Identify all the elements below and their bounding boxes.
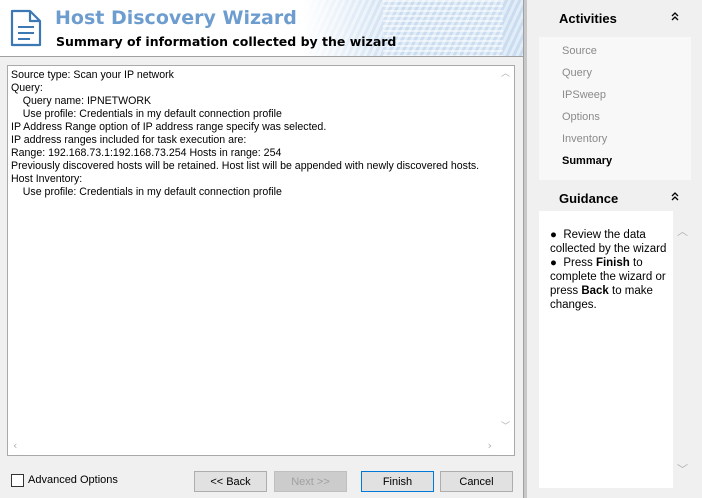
activity-summary: Summary [562,155,613,167]
summary-horizontal-scrollbar[interactable]: ‹ › [8,438,497,455]
activities-header[interactable]: Activities [539,3,691,31]
advanced-options-checkbox[interactable] [11,474,24,487]
cancel-button[interactable]: Cancel [440,471,513,492]
double-chevron-up-icon[interactable] [671,192,679,204]
back-button[interactable]: << Back [194,471,267,492]
finish-button[interactable]: Finish [361,471,434,492]
guidance-text: ● Review the data collected by the wizar… [550,228,670,312]
summary-text: Source type: Scan your IP network Query: … [11,69,495,441]
guidance-back-word: Back [581,285,609,297]
scroll-left-icon[interactable]: ‹ [13,440,17,451]
activity-options: Options [562,111,600,123]
summary-line: Previously discovered hosts will be reta… [11,160,480,172]
guidance-box: ● Review the data collected by the wizar… [539,211,691,488]
header-divider [0,56,523,57]
summary-line: Query name: IPNETWORK [11,95,152,107]
activity-inventory: Inventory [562,133,608,145]
summary-line: Source type: Scan your IP network [11,69,174,81]
activity-source: Source [562,45,597,57]
wizard-header: Host Discovery Wizard Summary of informa… [0,0,523,56]
guidance-bullet-2: ● Press Finish to complete the wizard or… [550,257,666,311]
side-panel: Activities Source Query IPSweep Options … [527,0,702,498]
summary-line: IP address ranges included for task exec… [11,134,247,146]
activities-list: Source Query IPSweep Options Inventory S… [539,37,691,180]
wizard-button-bar: Advanced Options << Back Next >> Finish … [0,464,523,498]
wizard-subtitle: Summary of information collected by the … [56,34,397,49]
double-chevron-up-icon[interactable] [671,12,679,24]
summary-line: Host Inventory: [11,173,83,185]
advanced-options-label[interactable]: Advanced Options [28,474,118,486]
guidance-finish-word: Finish [595,257,630,269]
summary-line: Range: 192.168.73.1:192.168.73.254 Hosts… [11,147,282,159]
guidance-bullet-1: ● Review the data collected by the wizar… [550,229,667,255]
activity-query: Query [562,67,592,79]
guidance-bullet-2-pre: Press [563,257,596,269]
guidance-title: Guidance [559,191,619,206]
scroll-up-icon[interactable]: ︿ [677,226,688,237]
scroll-down-icon[interactable]: ﹀ [677,464,688,475]
scroll-right-icon[interactable]: › [488,440,492,451]
summary-textbox[interactable]: Source type: Scan your IP network Query: … [7,65,515,456]
guidance-bullet-1-text: Review the data collected by the wizard [550,229,667,255]
guidance-header[interactable]: Guidance [539,183,691,211]
activity-ipsweep: IPSweep [562,89,607,101]
wizard-main-panel: Host Discovery Wizard Summary of informa… [0,0,523,498]
summary-line: Use profile: Credentials in my default c… [11,108,282,120]
document-icon [10,9,42,47]
activities-title: Activities [559,11,617,26]
guidance-vertical-scrollbar[interactable]: ︿ ﹀ [673,211,691,488]
summary-line: Use profile: Credentials in my default c… [11,186,282,198]
scroll-down-icon[interactable]: ﹀ [501,423,510,432]
summary-line: IP Address Range option of IP address ra… [11,121,327,133]
summary-line: Query: [11,82,43,94]
summary-vertical-scrollbar[interactable]: ︿ ﹀ [497,66,514,438]
header-banner-stripes [383,0,503,56]
wizard-title: Host Discovery Wizard [55,7,297,29]
scroll-up-icon[interactable]: ︿ [501,70,510,79]
next-button[interactable]: Next >> [274,471,347,492]
